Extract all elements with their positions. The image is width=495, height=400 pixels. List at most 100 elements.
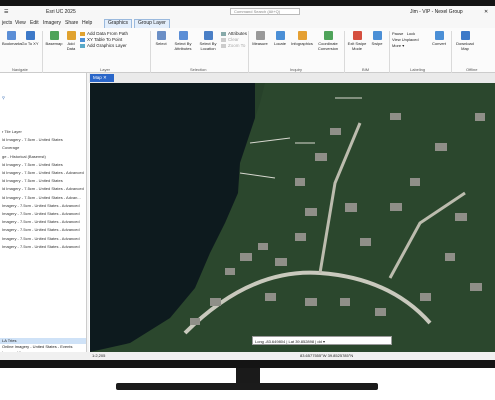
exit-icon [352, 31, 362, 40]
exit-swipe-label: Exit Swipe Mode [347, 41, 367, 51]
select-by-attributes-label: Select By Attributes [174, 41, 192, 51]
latitude-value[interactable]: Lat 39.852898 [289, 339, 315, 344]
map-canvas[interactable]: Long -83.649804 | Lat 39.852898 | dd ▾ [90, 83, 495, 352]
exit-swipe-mode-button[interactable]: Exit Swipe Mode [346, 31, 368, 51]
monitor-stand-neck [236, 368, 260, 383]
more-button[interactable]: More ▾ [392, 43, 419, 49]
add-data-from-path-label: Add Data From Path [87, 31, 129, 36]
layer-row[interactable]: Imagery - 7.5cm - United States - Advanc… [2, 236, 80, 241]
layer-row[interactable]: Coverage [2, 145, 19, 150]
layer-row[interactable]: ge - Historical (Basemst) [2, 154, 46, 159]
ribbon: Bookmarks Go To XY Basemap Add Data Add … [0, 28, 495, 73]
menu-help[interactable]: Help [82, 20, 92, 26]
locate-button[interactable]: Locate [271, 31, 289, 46]
ruler-icon [255, 31, 265, 40]
basemap-button[interactable]: Basemap [45, 31, 63, 46]
go-to-xy-button[interactable]: Go To XY [21, 31, 39, 46]
layer-tool-icon[interactable]: ⚲ [2, 95, 5, 100]
add-graphics-layer-button[interactable]: Add Graphics Layer [80, 43, 128, 49]
add-data-label: Add Data [66, 41, 76, 51]
chevron-down-icon: ▾ [402, 43, 405, 48]
xy-table-label: XY Table To Point [87, 37, 123, 42]
menu-projects[interactable]: jects [2, 20, 12, 26]
ribbon-separator [389, 31, 390, 73]
map-tab-strip: Map ✕ [89, 73, 495, 83]
add-data-button[interactable]: Add Data [64, 31, 78, 51]
select-by-location-button[interactable]: Select By Location [196, 31, 220, 51]
zoom-icon [221, 43, 226, 48]
layer-row[interactable]: Imagery - 7.5cm - United States - Advanc… [2, 219, 80, 224]
measure-label: Measure [252, 41, 268, 46]
ribbon-separator [150, 31, 151, 73]
close-icon[interactable]: ✕ [103, 75, 107, 80]
menu-share[interactable]: Share [65, 20, 78, 26]
layer-row[interactable]: Imagery - 7.5cm - United States - Advanc… [2, 244, 80, 249]
layer-row[interactable]: ld Imagery - 7.5cm - United States - Adv… [2, 186, 84, 191]
swipe-button[interactable]: Swipe [369, 31, 385, 46]
layer-row[interactable]: Imagery - 7.5cm - United States - Advanc… [2, 211, 80, 216]
lock-label: Lock [406, 31, 416, 36]
layer-row[interactable]: ld Imagery - 7.5cm - United States - Adv… [2, 195, 81, 200]
cursor-coordinates: 83.6577555°W 39.8525785°N [300, 353, 354, 358]
ribbon-separator [248, 31, 249, 73]
attributes-icon [221, 31, 226, 36]
select-button[interactable]: Select [152, 31, 170, 46]
project-title: Esri UC 2025 [46, 9, 76, 15]
monitor-stand-base [116, 383, 378, 390]
bookmarks-button[interactable]: Bookmarks [2, 31, 23, 46]
zoom-to-label: Zoom To [228, 43, 246, 48]
layer-row[interactable]: ld Imagery - 7.5cm - United States [2, 137, 63, 142]
layer-row[interactable]: r Tile Layer [2, 129, 22, 134]
download-map-button[interactable]: Download Map [454, 31, 476, 51]
select-by-attributes-button[interactable]: Select By Attributes [171, 31, 195, 51]
coordinate-conversion-button[interactable]: Coordinate Conversion [315, 31, 341, 51]
folder-icon [80, 31, 85, 36]
chevron-down-icon: ▾ [322, 339, 325, 344]
go-to-xy-label: Go To XY [21, 41, 39, 46]
convert-button[interactable]: Convert [430, 31, 448, 46]
close-icon[interactable]: ✕ [484, 9, 488, 15]
ribbon-separator [42, 31, 43, 73]
download-icon [460, 31, 470, 40]
layer-row[interactable]: ld Imagery - 7.5cm - United States [2, 162, 63, 167]
coordinate-system-select[interactable]: dd [317, 339, 321, 344]
menu-view[interactable]: View [15, 20, 26, 26]
menu-bar: jects View Edit Imagery Share Help Graph… [0, 18, 495, 29]
contents-pane: ⚲ r Tile Layer ld Imagery - 7.5cm - Unite… [0, 73, 87, 360]
labeling-small-buttons: Pause Lock View Unplaced More ▾ [392, 31, 419, 49]
aerial-imagery-overlay [90, 83, 495, 352]
group-inquiry: Inquiry [290, 67, 303, 72]
bookmarks-label: Bookmarks [2, 41, 23, 46]
menu-imagery[interactable]: Imagery [43, 20, 61, 26]
group-navigate: Navigate [12, 67, 28, 72]
select-icon [156, 31, 166, 40]
measure-button[interactable]: Measure [250, 31, 270, 46]
user-name[interactable]: Jim - VIP - Nexel Group [410, 9, 463, 15]
convert-icon [434, 31, 444, 40]
layer-row[interactable]: ld Imagery - 7.5cm - United States - Adv… [2, 170, 84, 175]
swipe-label: Swipe [371, 41, 383, 46]
ribbon-separator [344, 31, 345, 73]
map-tab[interactable]: Map ✕ [90, 74, 114, 82]
locate-label: Locate [273, 41, 286, 46]
longitude-value[interactable]: Long -83.649804 [255, 339, 285, 344]
swipe-icon [372, 31, 382, 40]
selection-small-buttons: Attributes Clear Zoom To [221, 31, 247, 49]
layer-small-buttons: Add Data From Path XY Table To Point Add… [80, 31, 128, 49]
group-labeling: Labeling [410, 67, 426, 72]
clear-icon [221, 37, 226, 42]
menu-edit[interactable]: Edit [30, 20, 39, 26]
app-menu-icon[interactable]: ☰ [4, 9, 8, 15]
layer-row[interactable]: Imagery - 7.5cm - United States - Advanc… [2, 227, 80, 232]
layer-row[interactable]: Imagery - 7.5cm - United States - Advanc… [2, 203, 80, 208]
infographics-button[interactable]: Infographics [290, 31, 314, 46]
scale-select[interactable]: 1:2,205 [92, 352, 105, 360]
title-bar: ☰ Esri UC 2025 Command Search (Alt+Q) Ji… [0, 6, 495, 18]
map-tab-label: Map [93, 75, 102, 80]
layer-row[interactable]: ld Imagery - 7.5cm - United States [2, 178, 63, 183]
zoom-to-button[interactable]: Zoom To [221, 43, 247, 49]
infographics-label: Infographics [291, 41, 313, 46]
attributes-table-icon [178, 31, 188, 40]
command-search-input[interactable]: Command Search (Alt+Q) [230, 8, 300, 15]
view-unplaced-label: View Unplaced [392, 37, 419, 42]
